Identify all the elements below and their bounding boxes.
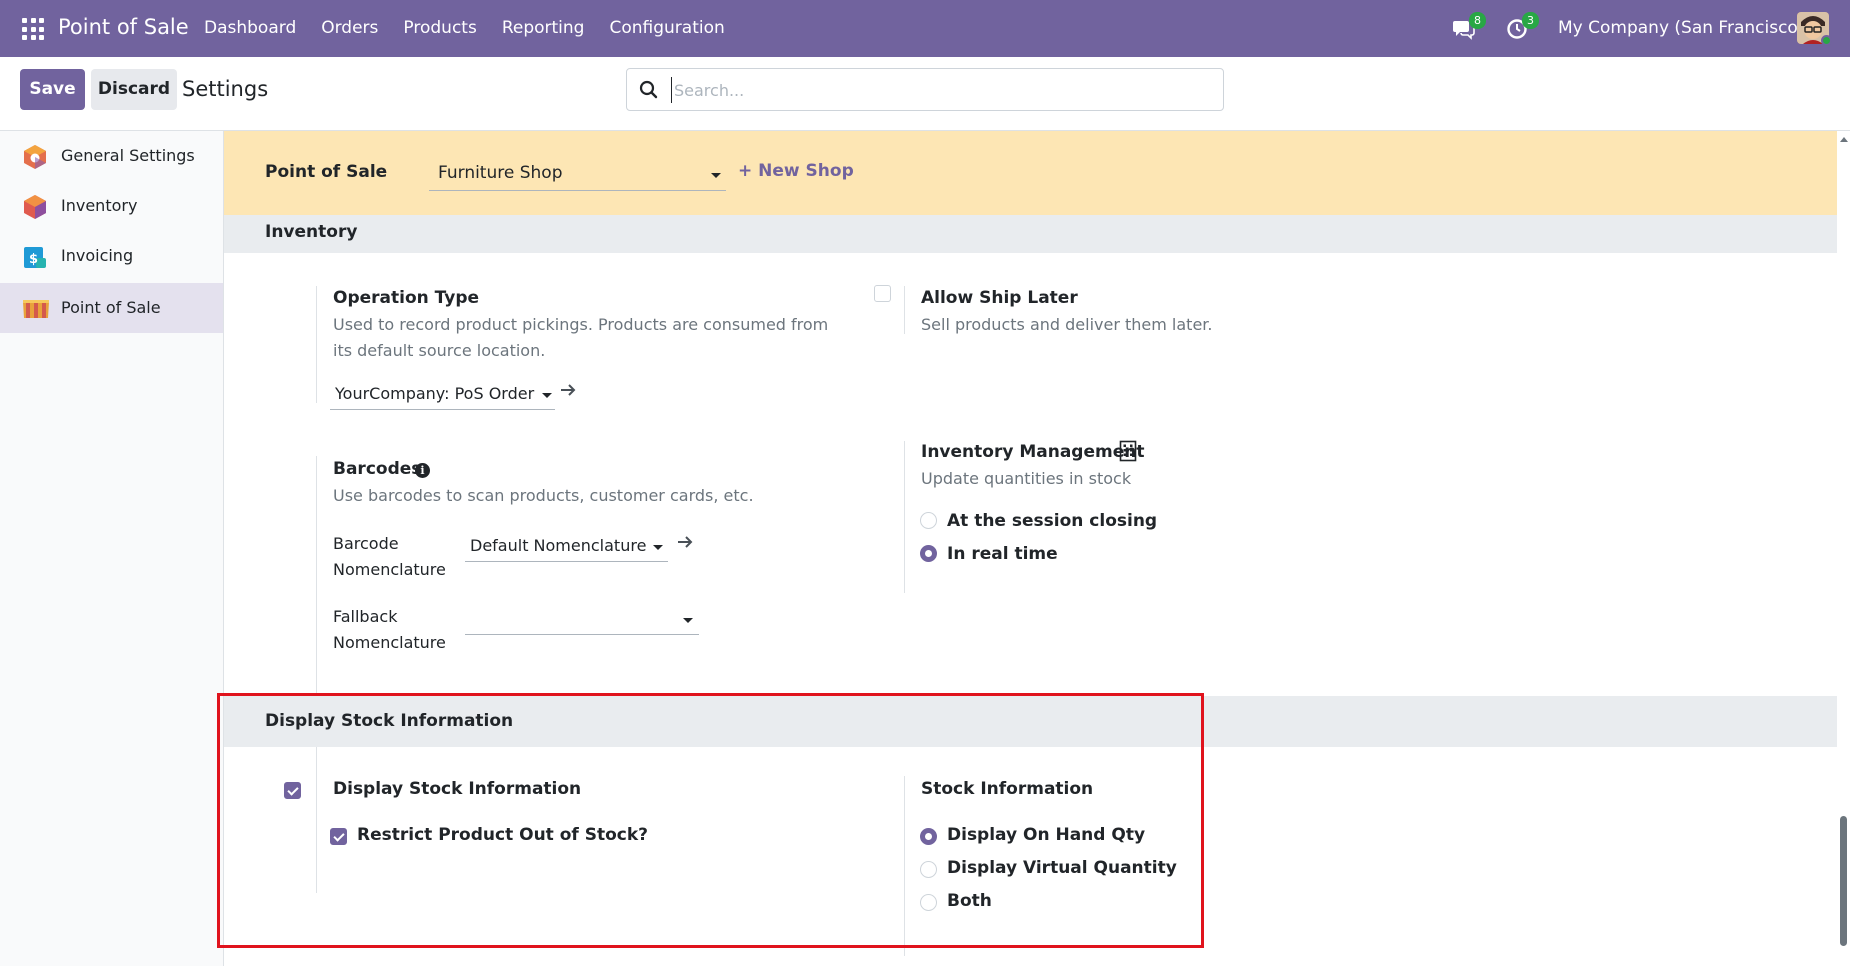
fallback-nomenclature-select[interactable] — [465, 603, 699, 635]
sidebar-item-label: Invoicing — [61, 246, 134, 265]
sidebar-item-label: General Settings — [61, 146, 195, 165]
setting-description: Use barcodes to scan products, customer … — [333, 486, 754, 505]
top-navbar: Point of Sale Dashboard Orders Products … — [0, 0, 1850, 57]
point-of-sale-icon — [22, 296, 49, 322]
barcode-nomenclature-select[interactable]: Default Nomenclature — [465, 530, 668, 562]
menu-item-dashboard[interactable]: Dashboard — [204, 18, 296, 38]
inventory-icon — [22, 194, 48, 220]
search-box[interactable] — [626, 68, 1224, 111]
activities-icon[interactable]: 3 — [1506, 12, 1539, 45]
info-icon[interactable]: i — [415, 463, 430, 478]
scroll-up-arrow-icon[interactable] — [1840, 137, 1848, 142]
sidebar-item-general-settings[interactable]: General Settings — [0, 131, 223, 181]
messages-count-badge: 8 — [1469, 12, 1486, 29]
chevron-down-icon — [653, 545, 663, 550]
radio-label[interactable]: In real time — [947, 544, 1058, 564]
field-label: Barcode — [333, 534, 399, 553]
chevron-down-icon — [683, 618, 693, 623]
scrollbar[interactable] — [1837, 131, 1850, 966]
scrollbar-thumb[interactable] — [1840, 816, 1847, 946]
sidebar-item-invoicing[interactable]: $ Invoicing — [0, 231, 223, 281]
discard-button[interactable]: Discard — [91, 69, 177, 110]
main-menu: Dashboard Orders Products Reporting Conf… — [204, 18, 750, 38]
page-title: Settings — [182, 77, 269, 101]
field-label: Nomenclature — [333, 560, 446, 579]
pos-label: Point of Sale — [265, 162, 388, 182]
pos-selector-band: Point of Sale Furniture Shop + New Shop — [224, 131, 1837, 215]
setting-description: Update quantities in stock — [921, 469, 1132, 488]
settings-sidebar: General Settings Inventory $ Invoicing P… — [0, 131, 224, 966]
chevron-down-icon — [542, 393, 552, 398]
shop-select-value: Furniture Shop — [438, 163, 563, 183]
section-title: Inventory — [265, 222, 358, 242]
activities-count-badge: 3 — [1522, 12, 1539, 29]
control-panel: Save Discard Settings — [0, 57, 1850, 131]
new-shop-button[interactable]: + New Shop — [738, 161, 854, 181]
divider — [904, 441, 905, 593]
divider — [316, 286, 317, 403]
search-icon — [639, 80, 658, 104]
divider — [904, 286, 905, 334]
menu-item-orders[interactable]: Orders — [321, 18, 378, 38]
operation-type-value: YourCompany: PoS Orders — [335, 384, 535, 403]
menu-item-reporting[interactable]: Reporting — [502, 18, 585, 38]
sidebar-item-point-of-sale[interactable]: Point of Sale — [0, 283, 223, 333]
setting-description: its default source location. — [333, 341, 546, 360]
svg-text:$: $ — [29, 252, 38, 267]
setting-title: Barcodes — [333, 459, 422, 479]
internal-link-arrow-icon[interactable] — [676, 534, 694, 555]
invoicing-icon: $ — [22, 244, 48, 270]
menu-item-configuration[interactable]: Configuration — [609, 18, 724, 38]
app-brand[interactable]: Point of Sale — [58, 15, 189, 39]
radio-label[interactable]: At the session closing — [947, 511, 1157, 531]
setting-description: Used to record product pickings. Product… — [333, 315, 829, 334]
highlight-box — [217, 693, 1204, 948]
setting-title: Allow Ship Later — [921, 288, 1078, 308]
shop-select[interactable]: Furniture Shop — [429, 157, 726, 191]
radio-session-closing[interactable] — [920, 512, 937, 529]
setting-title: Operation Type — [333, 288, 480, 308]
allow-ship-later-checkbox[interactable] — [874, 285, 891, 302]
general-settings-icon — [22, 144, 48, 170]
chevron-down-icon — [711, 173, 721, 178]
sidebar-item-inventory[interactable]: Inventory — [0, 181, 223, 231]
save-button[interactable]: Save — [20, 69, 85, 110]
menu-item-products[interactable]: Products — [403, 18, 476, 38]
setting-title: Inventory Management — [921, 442, 1145, 462]
company-building-icon — [1119, 440, 1137, 467]
search-input[interactable] — [671, 77, 1211, 103]
sidebar-item-label: Point of Sale — [61, 298, 161, 317]
online-status-icon — [1821, 35, 1832, 46]
apps-menu-icon[interactable] — [22, 18, 44, 40]
field-label: Nomenclature — [333, 633, 446, 652]
inventory-section-header: Inventory — [224, 215, 1837, 253]
messages-icon[interactable]: 8 — [1452, 12, 1486, 45]
setting-description: Sell products and deliver them later. — [921, 315, 1213, 334]
barcode-nomenclature-value: Default Nomenclature — [470, 536, 647, 555]
operation-type-select[interactable]: YourCompany: PoS Orders — [330, 378, 555, 410]
internal-link-arrow-icon[interactable] — [559, 382, 577, 403]
field-label: Fallback — [333, 607, 398, 626]
radio-real-time[interactable] — [920, 545, 937, 562]
company-switcher[interactable]: My Company (San Francisco) — [1558, 18, 1804, 38]
sidebar-item-label: Inventory — [61, 196, 138, 215]
